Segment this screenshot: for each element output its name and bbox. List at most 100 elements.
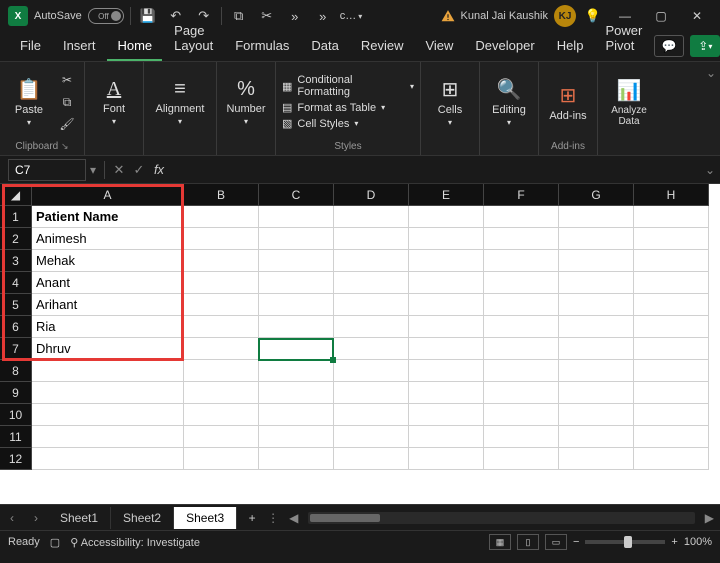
cell[interactable] bbox=[259, 272, 334, 294]
cell[interactable] bbox=[634, 228, 709, 250]
horizontal-scrollbar[interactable] bbox=[308, 512, 694, 524]
cell[interactable] bbox=[484, 250, 559, 272]
cell[interactable] bbox=[259, 316, 334, 338]
cell[interactable] bbox=[334, 228, 409, 250]
zoom-level[interactable]: 100% bbox=[684, 536, 712, 548]
col-header-g[interactable]: G bbox=[559, 184, 634, 206]
cell[interactable] bbox=[259, 382, 334, 404]
cell[interactable] bbox=[32, 360, 184, 382]
cell[interactable] bbox=[559, 294, 634, 316]
row-header[interactable]: 8 bbox=[0, 360, 32, 382]
cell[interactable] bbox=[559, 338, 634, 360]
tab-view[interactable]: View bbox=[415, 32, 463, 61]
cell[interactable] bbox=[334, 294, 409, 316]
row-header[interactable]: 2 bbox=[0, 228, 32, 250]
tab-home[interactable]: Home bbox=[107, 32, 162, 61]
cell[interactable] bbox=[634, 448, 709, 470]
cell[interactable] bbox=[334, 316, 409, 338]
avatar[interactable]: KJ bbox=[554, 5, 576, 27]
cell[interactable] bbox=[484, 426, 559, 448]
cell[interactable] bbox=[559, 382, 634, 404]
cell[interactable] bbox=[559, 448, 634, 470]
cell[interactable]: Mehak bbox=[32, 250, 184, 272]
cell[interactable] bbox=[334, 426, 409, 448]
cell[interactable] bbox=[334, 448, 409, 470]
cell[interactable] bbox=[259, 360, 334, 382]
cell[interactable] bbox=[184, 272, 259, 294]
enter-formula-icon[interactable]: ✓ bbox=[129, 162, 149, 178]
cell[interactable] bbox=[409, 382, 484, 404]
copy-button[interactable]: ⧉ bbox=[56, 93, 78, 111]
cancel-formula-icon[interactable]: ✕ bbox=[109, 162, 129, 178]
comments-button[interactable]: 💬 bbox=[654, 35, 684, 57]
fill-handle[interactable] bbox=[330, 357, 336, 363]
cell[interactable] bbox=[259, 294, 334, 316]
cell[interactable] bbox=[409, 448, 484, 470]
cell[interactable] bbox=[634, 250, 709, 272]
sheet-tab[interactable]: Sheet2 bbox=[111, 507, 174, 529]
collapse-ribbon-icon[interactable]: ⌄ bbox=[706, 66, 716, 80]
col-header-b[interactable]: B bbox=[184, 184, 259, 206]
col-header-f[interactable]: F bbox=[484, 184, 559, 206]
overflow-icon[interactable]: » bbox=[284, 5, 306, 27]
cell[interactable] bbox=[634, 272, 709, 294]
cell[interactable] bbox=[409, 228, 484, 250]
sheet-tab-active[interactable]: Sheet3 bbox=[174, 507, 237, 529]
cell[interactable] bbox=[484, 360, 559, 382]
zoom-slider[interactable] bbox=[585, 540, 665, 544]
cell[interactable] bbox=[634, 382, 709, 404]
cell[interactable] bbox=[634, 294, 709, 316]
cell[interactable] bbox=[559, 250, 634, 272]
cell[interactable] bbox=[259, 228, 334, 250]
cell[interactable] bbox=[634, 360, 709, 382]
add-sheet-button[interactable]: + bbox=[237, 511, 267, 525]
cell[interactable] bbox=[484, 448, 559, 470]
cell[interactable] bbox=[32, 382, 184, 404]
cell[interactable] bbox=[259, 250, 334, 272]
cell[interactable] bbox=[559, 360, 634, 382]
cell[interactable] bbox=[184, 294, 259, 316]
cell[interactable] bbox=[484, 316, 559, 338]
cell[interactable] bbox=[259, 206, 334, 228]
tab-help[interactable]: Help bbox=[547, 32, 594, 61]
tab-page-layout[interactable]: Page Layout bbox=[164, 17, 223, 61]
col-header-c[interactable]: C bbox=[259, 184, 334, 206]
scroll-thumb[interactable] bbox=[310, 514, 380, 522]
font-button[interactable]: A Font ▾ bbox=[91, 72, 137, 132]
cell[interactable] bbox=[334, 272, 409, 294]
cell[interactable] bbox=[409, 294, 484, 316]
cell[interactable] bbox=[184, 404, 259, 426]
scroll-left-icon[interactable]: ◀ bbox=[289, 511, 298, 525]
name-box[interactable]: C7 bbox=[8, 159, 86, 181]
cell[interactable] bbox=[409, 338, 484, 360]
save-icon[interactable]: 💾 bbox=[137, 5, 159, 27]
cell[interactable] bbox=[32, 448, 184, 470]
accessibility-status[interactable]: ⚲ Accessibility: Investigate bbox=[70, 536, 200, 549]
cell[interactable] bbox=[559, 206, 634, 228]
col-header-a[interactable]: A bbox=[32, 184, 184, 206]
row-header[interactable]: 1 bbox=[0, 206, 32, 228]
cell[interactable] bbox=[409, 206, 484, 228]
overflow-icon-2[interactable]: » bbox=[312, 5, 334, 27]
tab-formulas[interactable]: Formulas bbox=[225, 32, 299, 61]
cell[interactable] bbox=[184, 360, 259, 382]
formula-input[interactable] bbox=[169, 159, 700, 181]
cell[interactable] bbox=[184, 228, 259, 250]
cell[interactable] bbox=[259, 338, 334, 360]
cell[interactable] bbox=[184, 338, 259, 360]
cell[interactable] bbox=[484, 206, 559, 228]
format-as-table-button[interactable]: ▤ Format as Table ▾ bbox=[282, 101, 414, 114]
autosave-toggle[interactable]: Off bbox=[88, 8, 124, 24]
cell[interactable] bbox=[334, 360, 409, 382]
addins-button[interactable]: ⊞ Add-ins bbox=[545, 72, 591, 132]
cell[interactable] bbox=[334, 338, 409, 360]
tab-developer[interactable]: Developer bbox=[465, 32, 544, 61]
paste-button[interactable]: 📋 Paste ▾ bbox=[6, 72, 52, 132]
row-header[interactable]: 9 bbox=[0, 382, 32, 404]
fx-icon[interactable]: fx bbox=[149, 162, 169, 177]
number-button[interactable]: % Number ▾ bbox=[223, 72, 269, 132]
conditional-formatting-button[interactable]: ▦ Conditional Formatting ▾ bbox=[282, 74, 414, 98]
col-header-e[interactable]: E bbox=[409, 184, 484, 206]
tab-review[interactable]: Review bbox=[351, 32, 414, 61]
row-header[interactable]: 5 bbox=[0, 294, 32, 316]
